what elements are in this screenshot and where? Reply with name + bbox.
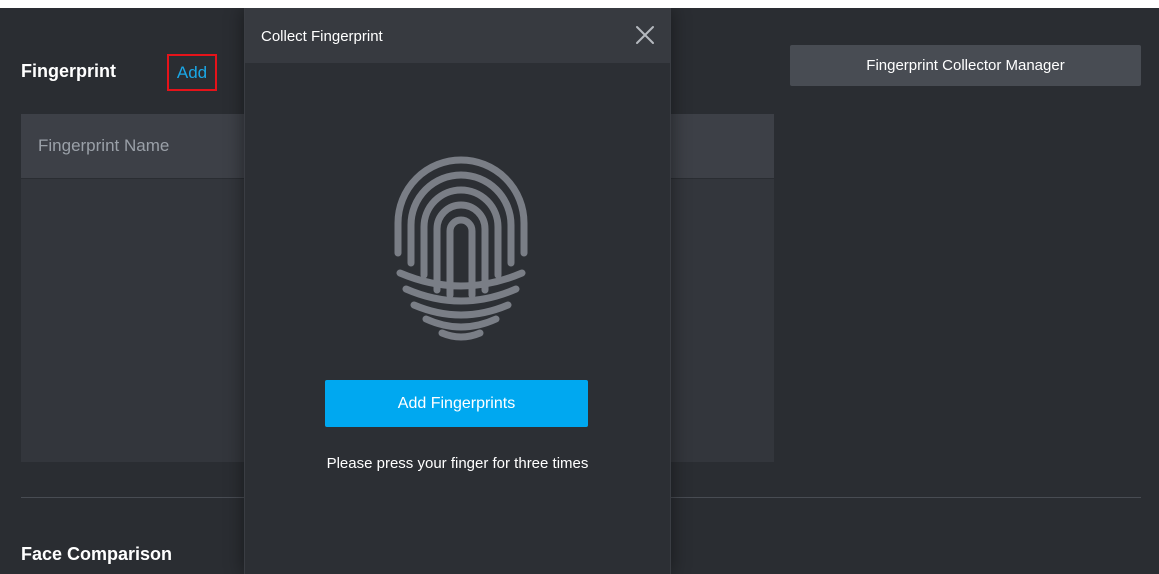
add-fingerprint-link[interactable]: Add [167, 54, 217, 91]
fingerprint-collector-manager-button[interactable]: Fingerprint Collector Manager [790, 45, 1141, 86]
add-fingerprints-label: Add Fingerprints [397, 394, 516, 412]
face-comparison-section-title: Face Comparison [21, 544, 173, 564]
dialog-header: Collect Fingerprint [245, 8, 670, 63]
app-window: Fingerprint Add Fingerprint Collector Ma… [0, 8, 1159, 574]
add-link-label: Add [176, 62, 208, 82]
fingerprint-section-title: Fingerprint [21, 61, 116, 81]
collect-fingerprint-dialog: Collect Fingerprint Add Fingerprints Ple… [244, 8, 671, 574]
fingerprint-icon [386, 145, 536, 345]
column-header-fingerprint-name: Fingerprint Name [38, 136, 170, 155]
instruction-text: Please press your finger for three times [326, 455, 589, 472]
dialog-title: Collect Fingerprint [261, 28, 383, 45]
collector-button-label: Fingerprint Collector Manager [866, 57, 1065, 74]
add-fingerprints-button[interactable]: Add Fingerprints [325, 380, 588, 427]
close-icon[interactable] [633, 23, 657, 47]
